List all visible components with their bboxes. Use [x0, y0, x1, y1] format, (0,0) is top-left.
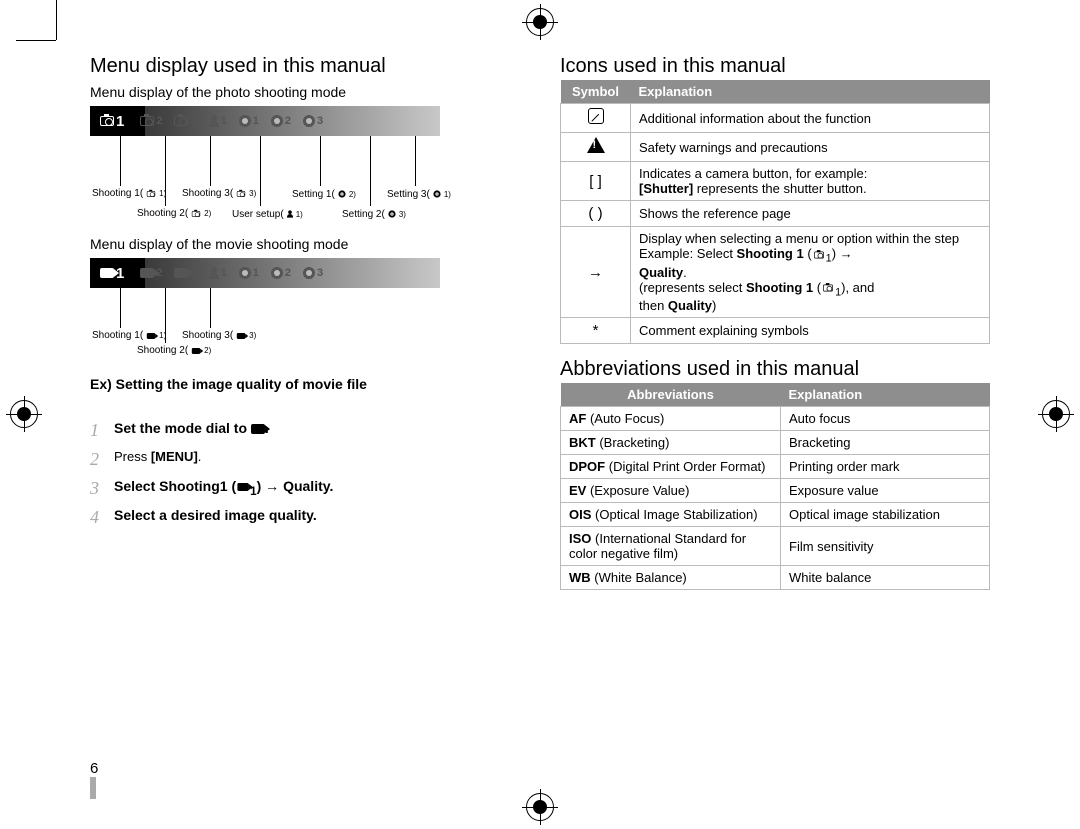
gear-icon [338, 190, 345, 197]
callout-label: Shooting 3(3) [182, 188, 256, 199]
menu-tab: 1 [96, 113, 134, 130]
table-row: WB (White Balance)White balance [561, 566, 990, 590]
icons-table: Symbol Explanation Additional informatio… [560, 80, 990, 344]
video-icon [192, 348, 200, 354]
camera-icon [140, 116, 154, 126]
page-number: 6 [90, 760, 98, 799]
video-icon [237, 333, 245, 339]
table-row: Additional information about the functio… [561, 104, 990, 133]
abbreviations-table: Abbreviations Explanation AF (Auto Focus… [560, 383, 990, 590]
movie-menu-bar: 1231123 [90, 258, 440, 288]
table-row: *Comment explaining symbols [561, 318, 990, 344]
menu-tab: 1 [96, 265, 134, 282]
gear-icon [271, 115, 283, 127]
table-row: [ ]Indicates a camera button, for exampl… [561, 162, 990, 201]
step: 4Select a desired image quality. [90, 507, 520, 528]
crop-mark [16, 40, 56, 41]
gear-icon [303, 267, 315, 279]
video-icon [174, 268, 188, 278]
table-row: →Display when selecting a menu or option… [561, 227, 990, 318]
heading-icons: Icons used in this manual [560, 55, 990, 78]
camera-icon [823, 285, 833, 292]
example-heading: Ex) Setting the image quality of movie f… [90, 376, 520, 392]
subheading-photo-mode: Menu display of the photo shooting mode [90, 84, 520, 100]
menu-tab: 3 [168, 267, 202, 279]
crop-mark [56, 0, 57, 40]
menu-tab: 1 [203, 115, 233, 127]
menu-tab: 2 [265, 115, 297, 127]
menu-tab: 2 [134, 115, 168, 127]
video-icon [238, 483, 249, 491]
callout-label: Shooting 2(2) [137, 208, 211, 219]
camera-icon [100, 116, 114, 126]
callout-label: Setting 2(3) [342, 208, 406, 220]
heading-menu-display: Menu display used in this manual [90, 55, 520, 78]
gear-icon [239, 115, 251, 127]
callout-label: Shooting 2(2) [137, 345, 211, 356]
menu-tab: 2 [265, 267, 297, 279]
heading-abbrev: Abbreviations used in this manual [560, 358, 990, 381]
table-row: EV (Exposure Value)Exposure value [561, 479, 990, 503]
camera-icon [174, 116, 188, 126]
table-row: AF (Auto Focus)Auto focus [561, 407, 990, 431]
registration-mark [526, 8, 554, 36]
video-icon [140, 268, 154, 278]
gear-icon [303, 115, 315, 127]
table-row: BKT (Bracketing)Bracketing [561, 431, 990, 455]
photo-menu-bar: 1231123 [90, 106, 440, 136]
callout-label: Shooting 1(1) [92, 188, 166, 199]
gear-icon [388, 210, 395, 217]
table-row: ISO (International Standard for color ne… [561, 527, 990, 566]
step: 2Press [MENU]. [90, 449, 520, 470]
gear-icon [271, 267, 283, 279]
callout-label: User setup(1) [232, 208, 303, 220]
video-icon [251, 424, 265, 434]
menu-tab: 1 [233, 115, 265, 127]
callout-label: Shooting 3(3) [182, 330, 256, 341]
table-row: ( )Shows the reference page [561, 201, 990, 227]
th-explanation: Explanation [631, 80, 990, 104]
table-row: Safety warnings and precautions [561, 133, 990, 162]
video-icon [147, 333, 155, 339]
note-icon [588, 108, 604, 124]
registration-mark [1042, 400, 1070, 428]
step: 3Select Shooting1 (1) → Quality. [90, 478, 520, 499]
menu-tab: 1 [203, 267, 233, 279]
th-abbrev: Abbreviations [561, 383, 781, 407]
camera-icon [192, 211, 200, 217]
table-row: DPOF (Digital Print Order Format)Printin… [561, 455, 990, 479]
table-row: OIS (Optical Image Stabilization)Optical… [561, 503, 990, 527]
subheading-movie-mode: Menu display of the movie shooting mode [90, 236, 520, 252]
menu-tab: 3 [168, 115, 202, 127]
right-column: Icons used in this manual Symbol Explana… [560, 55, 990, 799]
th-symbol: Symbol [561, 80, 631, 104]
gear-icon [239, 267, 251, 279]
user-icon [287, 210, 293, 217]
user-icon [209, 267, 219, 279]
movie-callouts: Shooting 1(1) Shooting 2(2) Shooting 3(3) [90, 288, 440, 358]
callout-label: Setting 1(2) [292, 188, 356, 200]
th-abbrev-exp: Explanation [781, 383, 990, 407]
left-column: Menu display used in this manual Menu di… [90, 55, 520, 799]
registration-mark [10, 400, 38, 428]
menu-tab: 2 [134, 267, 168, 279]
camera-icon [814, 251, 824, 258]
video-icon [100, 268, 114, 278]
gear-icon [433, 190, 440, 197]
callout-label: Setting 3(1) [387, 188, 451, 200]
menu-tab: 3 [297, 115, 329, 127]
menu-tab: 3 [297, 267, 329, 279]
user-icon [209, 115, 219, 127]
camera-icon [237, 191, 245, 197]
callout-label: Shooting 1(1) [92, 330, 166, 341]
camera-icon [147, 191, 155, 197]
step: 1Set the mode dial to . [90, 420, 520, 441]
photo-callouts: Shooting 1(1) Shooting 2(2) Shooting 3(3) U… [90, 136, 440, 226]
warning-icon [587, 137, 605, 153]
menu-tab: 1 [233, 267, 265, 279]
example-steps: 1Set the mode dial to . 2Press [MENU]. 3Se… [90, 412, 520, 536]
